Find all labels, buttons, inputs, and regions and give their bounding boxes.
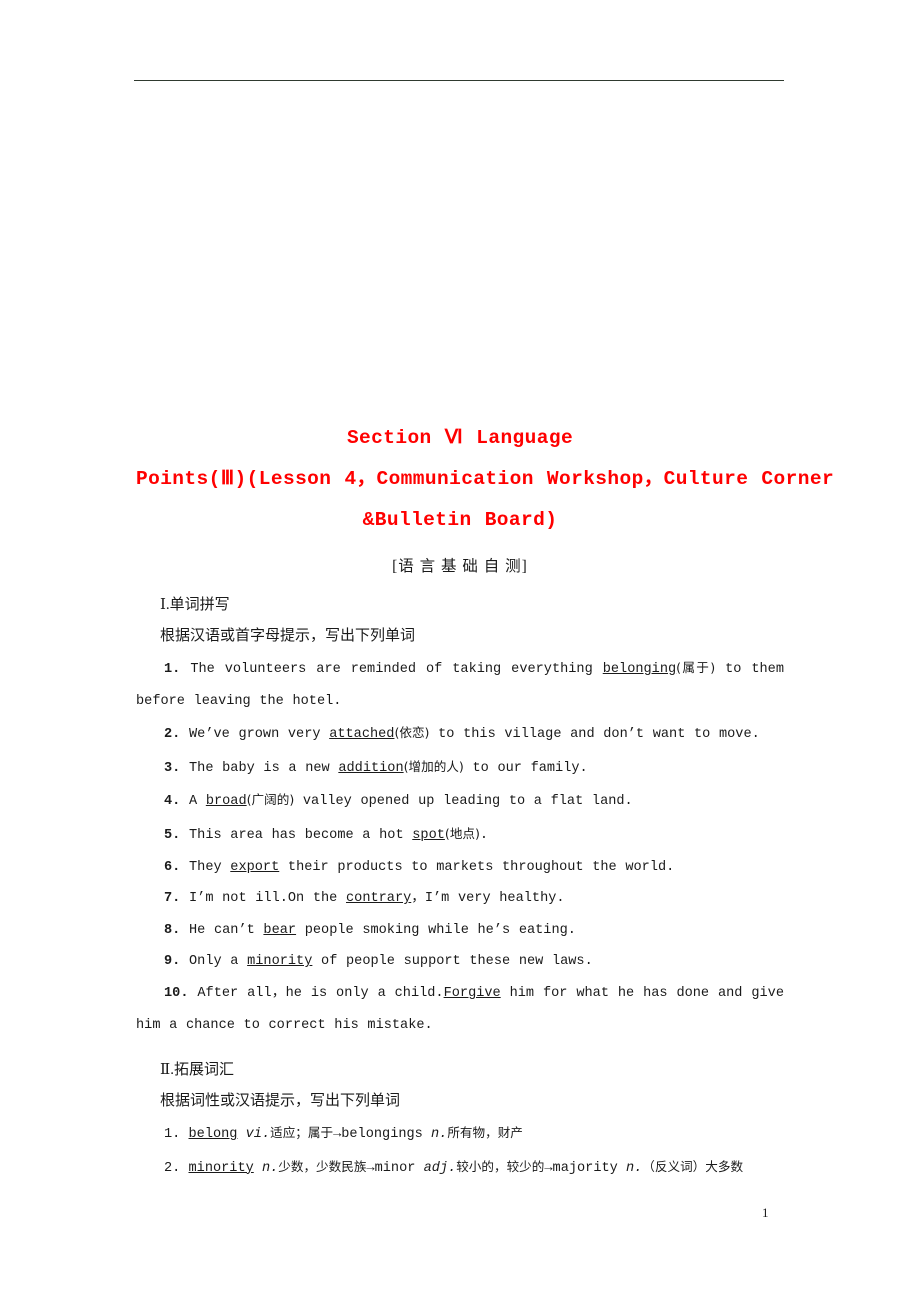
vocab-sense: （反义词）大多数: [642, 1158, 744, 1174]
vocab-headword: belong: [188, 1127, 238, 1143]
exercise-text-after: valley opened up leading to a flat land.: [294, 794, 633, 810]
vocab-part-of-speech: n.: [625, 1160, 643, 1176]
vocab-item: 1. belong vi.适应；属于→belongings n.所有物，财产: [136, 1117, 784, 1151]
exercise-text-before: This area has become a hot: [189, 827, 413, 843]
exercise-number: 6.: [164, 859, 181, 875]
exercise-answer: broad: [205, 794, 247, 810]
exercise-number: 8.: [164, 922, 181, 938]
header-rule: [134, 80, 784, 81]
section-one-instruction: 根据汉语或首字母提示，写出下列单词: [160, 628, 416, 644]
exercise-item: 2. We’ve grown very attached(依恋) to this…: [136, 717, 784, 751]
vocab-derived-word: minor: [374, 1160, 416, 1176]
exercise-item: 5. This area has become a hot spot(地点).: [136, 818, 784, 852]
exercise-text-before: A: [189, 794, 206, 810]
section-two-instruction: 根据词性或汉语提示，写出下列单词: [160, 1093, 401, 1110]
exercise-item: 9. Only a minority of people support the…: [136, 946, 784, 978]
exercise-text-after: to our family.: [463, 760, 588, 776]
exercise-answer: bear: [263, 922, 297, 938]
exercise-item: 1. The volunteers are reminded of taking…: [136, 652, 784, 717]
exercise-item: 10. After all，he is only a child.Forgive…: [136, 978, 784, 1041]
exercise-gloss: (广阔的): [246, 792, 295, 808]
exercise-number: 9.: [164, 954, 181, 970]
vocab-sense: 适应；属于: [270, 1125, 334, 1141]
exercise-text-after: of people support these new laws.: [312, 954, 593, 970]
exercise-item: 4. A broad(广阔的) valley opened up leading…: [136, 784, 784, 818]
exercise-number: 3.: [164, 760, 181, 776]
exercise-answer: minority: [247, 954, 313, 970]
vocab-derived-word: belongings: [341, 1127, 423, 1143]
vocab-arrow-icon: →: [366, 1160, 375, 1176]
document-page: Section Ⅵ Language Points(Ⅲ)(Lesson 4，Co…: [0, 0, 920, 1302]
exercise-text-before: They: [189, 859, 231, 875]
vocab-arrow-icon: →: [544, 1160, 553, 1176]
exercise-text-before: The baby is a new: [189, 760, 339, 776]
vocab-number: 2.: [164, 1160, 181, 1176]
section-one-heading: Ⅰ.单词拼写: [160, 597, 230, 613]
vocab-part-of-speech: n.: [431, 1127, 448, 1143]
exercise-text-after: to this village and don’t want to move.: [429, 727, 760, 743]
exercise-answer: spot: [412, 827, 445, 843]
vocab-part-of-speech: vi.: [245, 1127, 271, 1143]
exercise-gloss: (依恋): [394, 725, 430, 741]
exercise-answer: Forgive: [443, 985, 501, 1001]
exercise-number: 10.: [164, 985, 189, 1001]
exercise-number: 5.: [164, 827, 181, 843]
exercise-answer: contrary: [346, 891, 412, 907]
exercise-answer: addition: [338, 760, 404, 776]
exercise-item: 3. The baby is a new addition(增加的人) to o…: [136, 751, 784, 785]
exercise-text-before: He can’t: [189, 922, 264, 938]
exercise-gloss: (增加的人): [403, 758, 464, 774]
exercise-text-after: people smoking while he’s eating.: [296, 922, 576, 938]
vocab-sense: 较小的，较少的: [456, 1158, 545, 1174]
page-title-line-1: Section Ⅵ Language: [346, 427, 574, 449]
exercise-number: 4.: [164, 794, 181, 810]
page-number: 1: [762, 1205, 769, 1220]
vocab-part-of-speech: n.: [261, 1160, 279, 1176]
vocab-headword: minority: [188, 1160, 254, 1176]
exercise-text-before: I’m not ill.On the: [189, 891, 346, 907]
page-title: Section Ⅵ Language Points(Ⅲ)(Lesson 4，Co…: [136, 418, 835, 541]
vocab-part-of-speech: adj.: [423, 1160, 457, 1176]
exercise-text-after: their products to markets throughout the…: [279, 859, 675, 875]
section-two-list: 1. belong vi.适应；属于→belongings n.所有物，财产 2.…: [136, 1117, 784, 1184]
exercise-answer: attached: [329, 727, 395, 743]
exercise-number: 1.: [164, 662, 181, 677]
exercise-text-after: ，I’m very healthy.: [411, 891, 565, 907]
exercise-item: 7. I’m not ill.On the contrary，I’m very …: [136, 883, 784, 915]
section-two-heading: Ⅱ.拓展词汇: [160, 1062, 234, 1079]
exercise-text-after: .: [479, 827, 489, 843]
section-one-list: 1. The volunteers are reminded of taking…: [136, 652, 784, 1041]
vocab-sense: 少数，少数民族: [278, 1158, 367, 1174]
exercise-answer: export: [230, 859, 280, 875]
exercise-number: 2.: [164, 727, 181, 743]
exercise-text-before: We’ve grown very: [189, 727, 330, 743]
exercise-text-before: Only a: [189, 954, 248, 970]
exercise-gloss: (地点): [444, 825, 480, 841]
page-subtitle: [语 言 基 础 自 测]: [392, 558, 528, 575]
exercise-number: 7.: [164, 891, 181, 907]
page-title-line-3: &Bulletin Board): [362, 509, 558, 531]
vocab-item: 2. minority n.少数，少数民族→minor adj.较小的，较少的→…: [136, 1151, 784, 1185]
exercise-answer: belonging: [602, 662, 677, 677]
vocab-derived-word: majority: [552, 1160, 618, 1176]
exercise-item: 6. They export their products to markets…: [136, 852, 784, 884]
document-content: Section Ⅵ Language Points(Ⅲ)(Lesson 4，Co…: [136, 418, 835, 1184]
exercise-text-before: The volunteers are reminded of taking ev…: [190, 662, 603, 677]
exercise-item: 8. He can’t bear people smoking while he…: [136, 915, 784, 947]
page-title-line-2: Points(Ⅲ)(Lesson 4，Communication Worksho…: [136, 468, 835, 490]
exercise-gloss: (属于): [676, 660, 716, 675]
vocab-number: 1.: [164, 1127, 181, 1143]
exercise-text-before: After all，he is only a child.: [197, 985, 444, 1001]
vocab-sense: 所有物，财产: [447, 1125, 523, 1141]
